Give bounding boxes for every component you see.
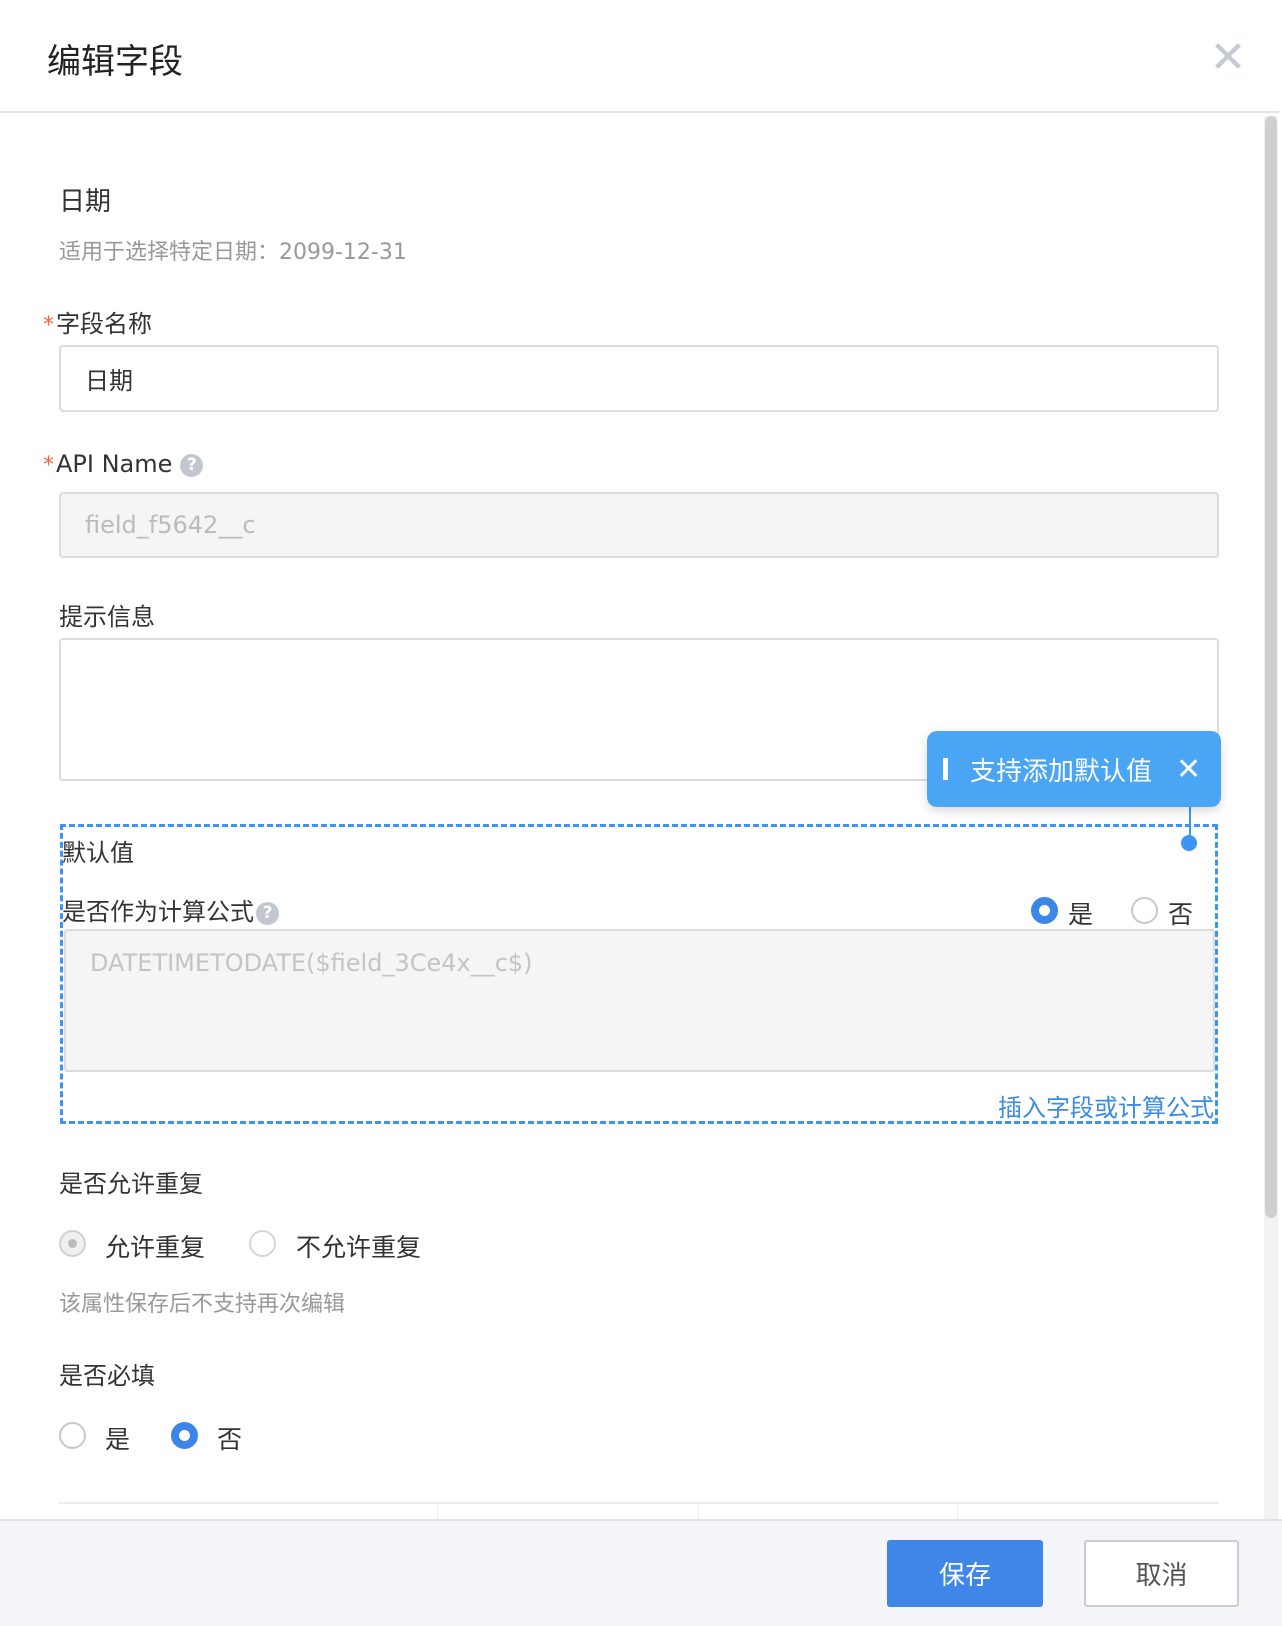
required-no-radio[interactable] xyxy=(171,1422,198,1449)
api-name-label: *API Name? xyxy=(43,450,204,478)
tooltip-connector xyxy=(1189,807,1191,837)
duplicate-note: 该属性保存后不支持再次编辑 xyxy=(59,1292,346,1317)
help-icon[interactable]: ? xyxy=(180,453,204,477)
scrollbar-thumb[interactable] xyxy=(1265,116,1277,1218)
disallow-duplicate-radio[interactable] xyxy=(249,1230,276,1257)
api-name-input[interactable]: field_f5642__c xyxy=(59,492,1219,558)
allow-duplicate-label: 允许重复 xyxy=(105,1233,206,1262)
disallow-duplicate-label: 不允许重复 xyxy=(296,1233,422,1262)
divider xyxy=(59,1502,1219,1504)
dialog-title: 编辑字段 xyxy=(47,42,183,82)
required-no-label: 否 xyxy=(217,1425,243,1454)
required-yes-label: 是 xyxy=(105,1425,131,1454)
api-name-label-text: API Name xyxy=(56,450,173,478)
default-value-label: 默认值 xyxy=(62,839,134,867)
formula-no-radio[interactable] xyxy=(1131,897,1158,924)
allow-duplicate-radio[interactable] xyxy=(59,1230,86,1257)
formula-textarea[interactable]: DATETIMETODATE($field_3Ce4x__c$) xyxy=(64,929,1215,1072)
field-type-description: 适用于选择特定日期：2099-12-31 xyxy=(59,240,407,265)
required-label: 是否必填 xyxy=(59,1362,155,1390)
field-name-label: *字段名称 xyxy=(43,310,152,338)
formula-yes-label: 是 xyxy=(1068,900,1094,929)
field-name-input[interactable]: 日期 xyxy=(59,345,1219,412)
divider xyxy=(957,1504,958,1519)
save-button[interactable]: 保存 xyxy=(887,1540,1043,1607)
formula-label-text: 是否作为计算公式 xyxy=(62,898,254,926)
formula-yes-radio[interactable] xyxy=(1031,897,1058,924)
field-name-label-text: 字段名称 xyxy=(56,310,152,338)
dialog-header xyxy=(0,0,1279,113)
duplicate-label: 是否允许重复 xyxy=(59,1170,203,1198)
insert-formula-link[interactable]: 插入字段或计算公式 xyxy=(998,1088,1214,1123)
tooltip-bar xyxy=(943,758,948,780)
field-type-name: 日期 xyxy=(59,187,112,217)
close-icon[interactable]: ✕ xyxy=(1176,752,1201,787)
tooltip-text: 支持添加默认值 xyxy=(970,756,1153,787)
required-yes-radio[interactable] xyxy=(59,1422,86,1449)
help-icon[interactable]: ? xyxy=(256,901,279,925)
close-icon[interactable]: ✕ xyxy=(1208,36,1248,80)
divider xyxy=(437,1504,438,1519)
divider xyxy=(698,1504,699,1519)
hint-label: 提示信息 xyxy=(59,603,155,631)
formula-no-label: 否 xyxy=(1168,900,1194,929)
guide-tooltip: 支持添加默认值 ✕ xyxy=(927,731,1221,807)
tooltip-anchor-dot xyxy=(1181,835,1197,851)
cancel-button[interactable]: 取消 xyxy=(1084,1540,1239,1607)
formula-label: 是否作为计算公式? xyxy=(62,892,279,927)
